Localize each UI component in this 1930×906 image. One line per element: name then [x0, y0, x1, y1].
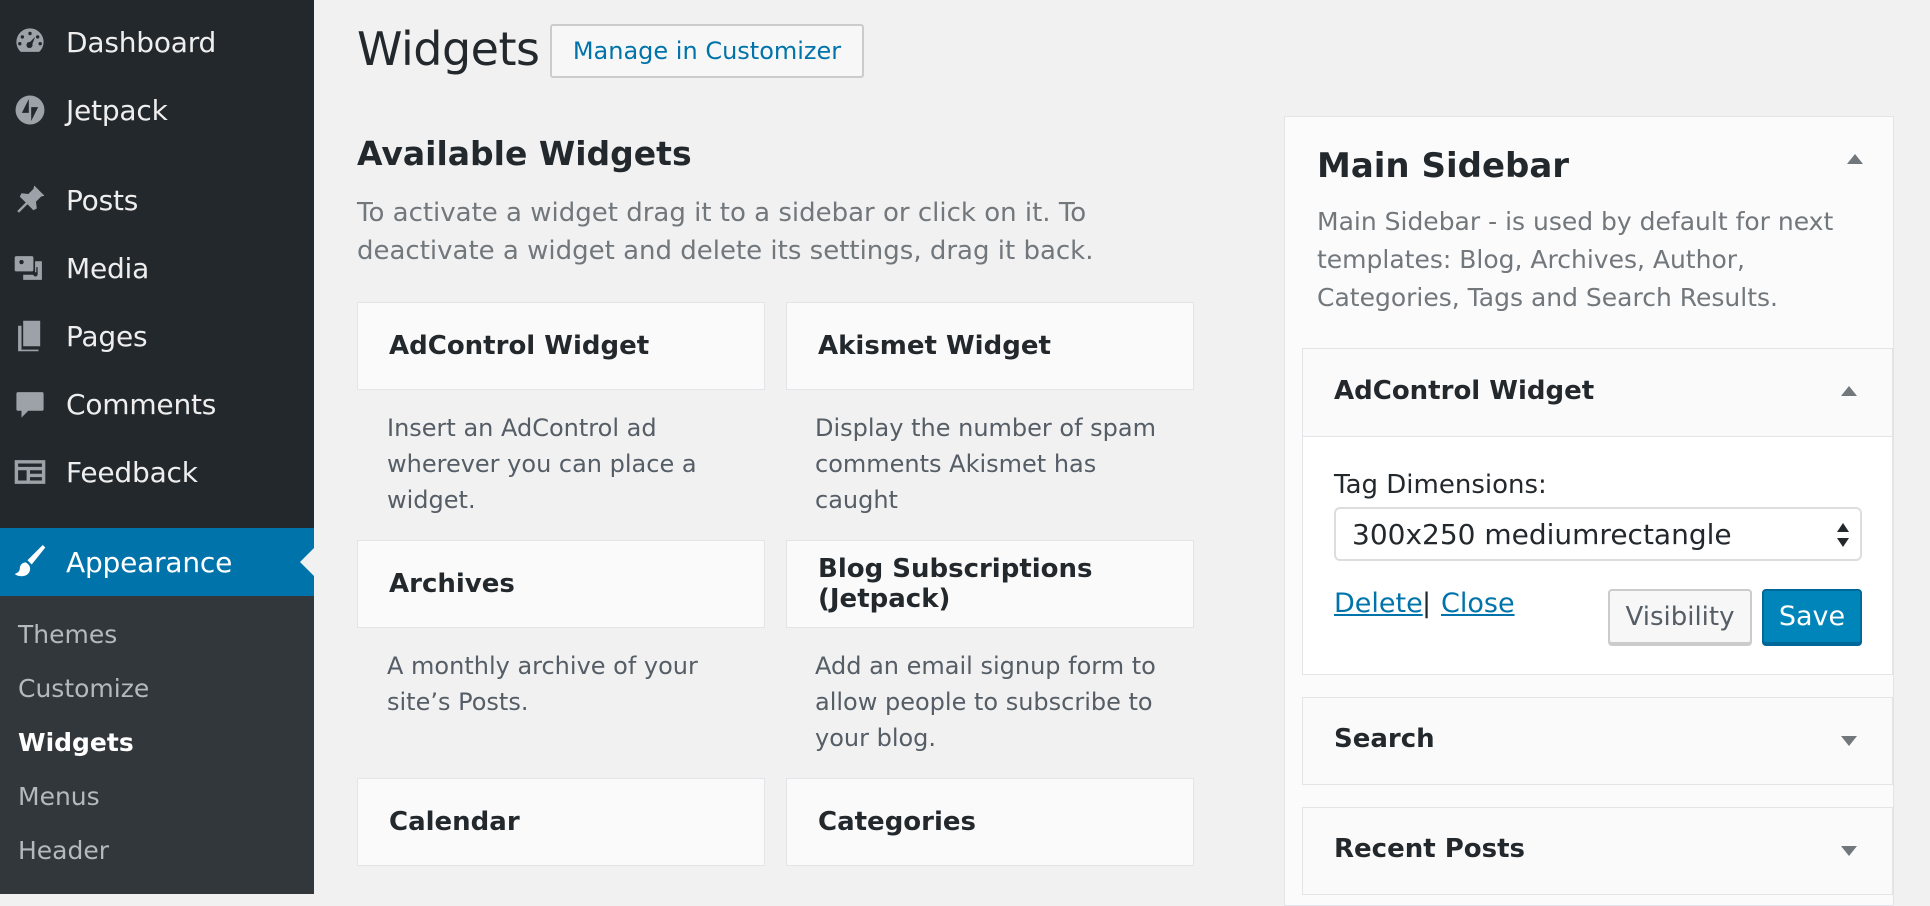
appearance-submenu: Themes Customize Widgets Menus Header [0, 596, 314, 894]
widget-card-blog-subscriptions[interactable]: Blog Subscriptions (Jetpack) [786, 540, 1194, 628]
menu-item-appearance[interactable]: Appearance [0, 528, 314, 596]
submenu-item-menus[interactable]: Menus [18, 782, 100, 811]
page-title: Widgets [357, 22, 540, 76]
admin-sidebar: Dashboard Jetpack Posts Media Pages Comm… [0, 0, 314, 894]
widget-card-akismet[interactable]: Akismet Widget [786, 302, 1194, 390]
widget-card-title: AdControl Widget [389, 331, 650, 361]
widget-card-title: Blog Subscriptions (Jetpack) [818, 554, 1093, 614]
save-button[interactable]: Save [1762, 589, 1862, 644]
menu-item-posts[interactable]: Posts [0, 170, 314, 230]
media-icon [12, 250, 48, 286]
widget-card-title: Archives [389, 569, 515, 599]
paintbrush-icon [12, 544, 48, 580]
available-widgets-description: To activate a widget drag it to a sideba… [357, 198, 1094, 266]
widget-card-adcontrol[interactable]: AdControl Widget [357, 302, 765, 390]
jetpack-icon [12, 92, 48, 128]
widget-description: Add an email signup form to allow people… [815, 652, 1156, 752]
expand-arrow-icon[interactable] [1841, 736, 1857, 746]
menu-item-comments[interactable]: Comments [0, 374, 314, 434]
select-arrows-icon [1837, 523, 1849, 547]
widget-description: Insert an AdControl ad wherever you can … [387, 414, 697, 514]
menu-item-media[interactable]: Media [0, 238, 314, 298]
sidebar-widget-title: Recent Posts [1334, 834, 1525, 864]
comment-icon [12, 386, 48, 422]
tag-dimensions-label: Tag Dimensions: [1334, 470, 1547, 500]
delete-link[interactable]: Delete [1334, 588, 1423, 619]
widget-card-title: Calendar [389, 807, 520, 837]
manage-in-customizer-button[interactable]: Manage in Customizer [550, 24, 864, 78]
collapse-arrow-icon[interactable] [1845, 150, 1865, 170]
menu-label: Posts [66, 183, 139, 217]
main-sidebar-description: Main Sidebar - is used by default for ne… [1317, 207, 1834, 312]
menu-label: Pages [66, 319, 148, 353]
widget-card-title: Categories [818, 807, 977, 837]
menu-label: Media [66, 251, 150, 285]
menu-item-jetpack[interactable]: Jetpack [0, 80, 314, 140]
menu-item-pages[interactable]: Pages [0, 306, 314, 366]
expand-arrow-icon[interactable] [1841, 846, 1857, 856]
tag-dimensions-value: 300x250 mediumrectangle [1352, 517, 1732, 551]
feedback-icon [12, 454, 48, 490]
main-sidebar-title[interactable]: Main Sidebar [1317, 146, 1569, 186]
widget-card-calendar[interactable]: Calendar [357, 778, 765, 866]
close-link[interactable]: Close [1441, 588, 1515, 619]
widget-description: Display the number of spam comments Akis… [815, 414, 1156, 514]
widget-card-archives[interactable]: Archives [357, 540, 765, 628]
available-widgets-title: Available Widgets [357, 134, 692, 173]
menu-label: Appearance [66, 545, 233, 579]
menu-label: Feedback [66, 455, 198, 489]
pin-icon [12, 182, 48, 218]
submenu-item-widgets[interactable]: Widgets [18, 728, 134, 757]
menu-item-dashboard[interactable]: Dashboard [0, 12, 314, 72]
tag-dimensions-select[interactable]: 300x250 mediumrectangle [1334, 507, 1862, 561]
submenu-item-header[interactable]: Header [18, 836, 109, 865]
visibility-button[interactable]: Visibility [1608, 589, 1752, 644]
widget-card-title: Akismet Widget [818, 331, 1051, 361]
menu-item-feedback[interactable]: Feedback [0, 442, 314, 502]
pages-icon [12, 318, 48, 354]
submenu-item-customize[interactable]: Customize [18, 674, 149, 703]
menu-label: Comments [66, 387, 217, 421]
menu-label: Dashboard [66, 25, 217, 59]
collapse-arrow-icon[interactable] [1841, 386, 1857, 396]
sidebar-widget-title: AdControl Widget [1334, 376, 1595, 406]
widget-card-categories[interactable]: Categories [786, 778, 1194, 866]
link-separator: | [1422, 588, 1432, 619]
current-indicator [300, 548, 314, 576]
menu-label: Jetpack [66, 93, 168, 127]
widget-description: A monthly archive of your site’s Posts. [387, 652, 698, 716]
dashboard-icon [12, 24, 48, 60]
submenu-item-themes[interactable]: Themes [18, 620, 117, 649]
sidebar-widget-title: Search [1334, 724, 1435, 754]
